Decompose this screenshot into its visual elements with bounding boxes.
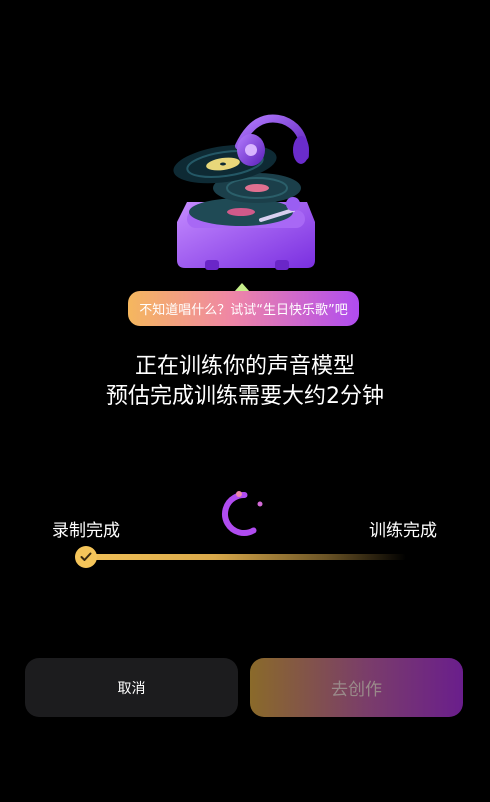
step-label-trained: 训练完成 bbox=[369, 521, 437, 541]
create-button[interactable]: 去创作 bbox=[250, 658, 463, 717]
step-label-recorded: 录制完成 bbox=[52, 521, 120, 541]
tip-text: 不知道唱什么？试试“生日快乐歌”吧 bbox=[139, 303, 348, 318]
cancel-button[interactable]: 取消 bbox=[25, 658, 238, 717]
turntable-illustration bbox=[173, 114, 315, 270]
check-icon bbox=[75, 546, 97, 568]
status-line-1: 正在训练你的声音模型 bbox=[134, 354, 355, 379]
song-suggestion-tip[interactable]: 不知道唱什么？试试“生日快乐歌”吧 bbox=[128, 291, 359, 326]
create-button-label: 去创作 bbox=[331, 680, 382, 700]
loading-spinner-icon bbox=[222, 491, 267, 536]
progress-track bbox=[86, 554, 406, 560]
training-status: 正在训练你的声音模型 预估完成训练需要大约2分钟 bbox=[0, 352, 490, 412]
cancel-button-label: 取消 bbox=[117, 680, 146, 697]
status-line-2: 预估完成训练需要大约2分钟 bbox=[106, 384, 384, 409]
